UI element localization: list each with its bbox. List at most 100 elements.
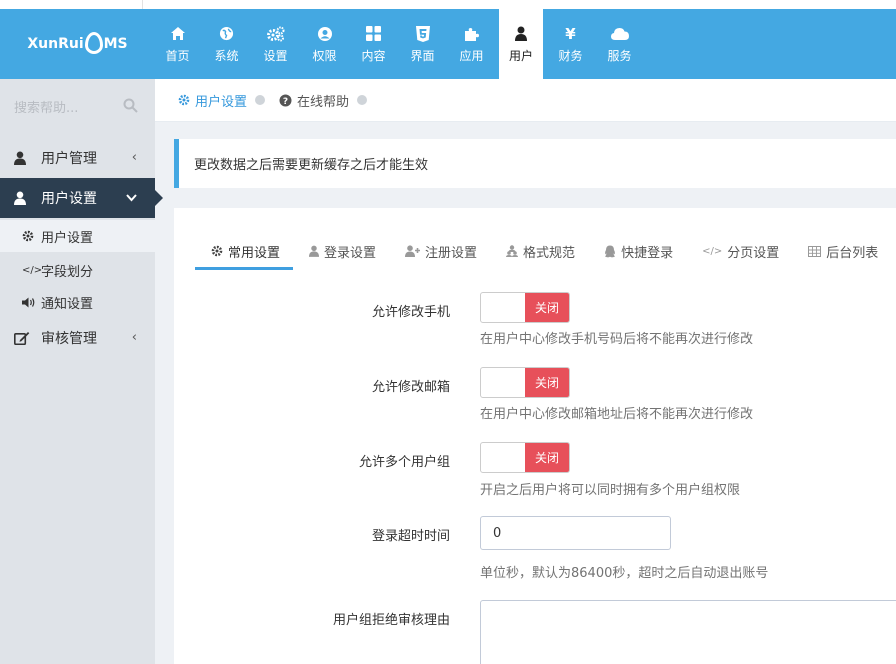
users-icon bbox=[506, 245, 519, 257]
settings-panel: 常用设置 登录设置 注册设置 格式规范 快捷登录 </> 分页设置 后台列表 允… bbox=[174, 208, 896, 664]
breadcrumb-online-help[interactable]: ? 在线帮助 bbox=[279, 91, 349, 110]
puzzle-icon bbox=[464, 25, 480, 43]
nav-permissions-label: 权限 bbox=[312, 48, 337, 63]
user-icon bbox=[14, 191, 34, 205]
breadcrumb-separator bbox=[357, 95, 368, 105]
breadcrumb-user-settings[interactable]: 用户设置 bbox=[178, 91, 247, 110]
group-reject-reason-label: 用户组拒绝审核理由 bbox=[332, 613, 450, 628]
user-icon bbox=[309, 245, 320, 257]
nav-services-label: 服务 bbox=[607, 48, 632, 63]
chevron-left-icon: ‹ bbox=[131, 150, 137, 165]
logo-drop-icon bbox=[84, 32, 103, 54]
sidebar-search[interactable]: 搜索帮助... bbox=[14, 93, 138, 119]
tab-label: 后台列表 bbox=[826, 245, 879, 261]
user-plus-icon bbox=[405, 245, 421, 257]
breadcrumb-label: 在线帮助 bbox=[297, 94, 350, 110]
sidebar-subitem-label: 通知设置 bbox=[41, 296, 94, 312]
sidebar-item-user-management[interactable]: 用户管理 ‹ bbox=[0, 138, 155, 178]
nav-interface[interactable]: 界面 bbox=[398, 9, 447, 79]
tab-label: 格式规范 bbox=[523, 245, 576, 261]
logo[interactable]: XunRui MS bbox=[0, 9, 155, 79]
table-icon bbox=[808, 245, 822, 257]
tab-quick-login[interactable]: 快捷登录 bbox=[588, 232, 686, 270]
group-reject-reason-textarea[interactable] bbox=[480, 600, 896, 664]
logo-text-left: XunRui bbox=[27, 36, 84, 52]
top-nav: 首页 系统 设置 权限 内容 界面 应用 用户 ¥ 财务 服务 bbox=[153, 9, 644, 79]
code-icon: </> bbox=[702, 245, 723, 257]
tab-register-settings[interactable]: 注册设置 bbox=[389, 232, 490, 270]
nav-settings-label: 设置 bbox=[263, 48, 288, 63]
toggle-off-label: 关闭 bbox=[525, 368, 569, 397]
qq-icon bbox=[604, 245, 616, 258]
sidebar-item-label: 用户管理 bbox=[41, 151, 97, 167]
sidebar-item-user-settings[interactable]: 用户设置 bbox=[0, 178, 163, 218]
globe-icon bbox=[219, 25, 234, 43]
cog-icon bbox=[22, 230, 36, 242]
sidebar-subitem-notification[interactable]: 通知设置 bbox=[0, 286, 155, 318]
question-circle-icon: ? bbox=[279, 94, 292, 107]
nav-settings[interactable]: 设置 bbox=[251, 9, 300, 79]
allow-edit-phone-help: 在用户中心修改手机号码后将不能再次进行修改 bbox=[480, 332, 754, 347]
tab-common-settings[interactable]: 常用设置 bbox=[195, 232, 294, 270]
nav-home[interactable]: 首页 bbox=[153, 9, 202, 79]
sidebar-subitem-label: 用户设置 bbox=[41, 230, 94, 246]
tab-label: 常用设置 bbox=[228, 245, 281, 261]
top-strip bbox=[0, 0, 896, 9]
login-timeout-input[interactable] bbox=[480, 516, 671, 550]
cogs-icon bbox=[266, 25, 285, 43]
allow-edit-email-toggle[interactable]: 关闭 bbox=[480, 367, 570, 398]
nav-permissions[interactable]: 权限 bbox=[300, 9, 349, 79]
nav-content[interactable]: 内容 bbox=[349, 9, 398, 79]
alert-text: 更改数据之后需要更新缓存之后才能生效 bbox=[194, 158, 429, 173]
nav-apps[interactable]: 应用 bbox=[447, 9, 496, 79]
user-icon bbox=[515, 25, 527, 43]
nav-system[interactable]: 系统 bbox=[202, 9, 251, 79]
nav-finance-label: 财务 bbox=[558, 48, 583, 63]
tab-login-settings[interactable]: 登录设置 bbox=[293, 232, 389, 270]
search-icon[interactable] bbox=[123, 98, 138, 117]
toggle-off-label: 关闭 bbox=[525, 443, 569, 472]
cog-icon bbox=[178, 94, 190, 106]
settings-tabs: 常用设置 登录设置 注册设置 格式规范 快捷登录 </> 分页设置 后台列表 bbox=[195, 232, 891, 270]
home-icon bbox=[170, 25, 186, 43]
user-icon bbox=[14, 151, 34, 165]
chevron-down-icon bbox=[126, 191, 137, 206]
allow-multi-group-toggle[interactable]: 关闭 bbox=[480, 442, 570, 473]
sidebar: 搜索帮助... 用户管理 ‹ 用户设置 用户设置 </> 字段划分 通知设置 审… bbox=[0, 79, 163, 664]
tab-format-rules[interactable]: 格式规范 bbox=[490, 232, 588, 270]
sidebar-subitem-label: 字段划分 bbox=[41, 264, 94, 280]
toggle-off-label: 关闭 bbox=[525, 293, 569, 322]
edit-icon bbox=[14, 331, 34, 345]
grid-icon bbox=[366, 25, 381, 43]
cache-notice-alert: 更改数据之后需要更新缓存之后才能生效 bbox=[174, 139, 896, 188]
tab-label: 分页设置 bbox=[727, 245, 780, 261]
allow-edit-email-help: 在用户中心修改邮箱地址后将不能再次进行修改 bbox=[480, 407, 754, 422]
sidebar-subitem-user-settings[interactable]: 用户设置 bbox=[0, 220, 155, 252]
sidebar-subitem-field-division[interactable]: </> 字段划分 bbox=[0, 254, 155, 286]
nav-finance[interactable]: ¥ 财务 bbox=[546, 9, 595, 79]
breadcrumb: 用户设置 ? 在线帮助 bbox=[155, 79, 896, 122]
html5-icon bbox=[415, 25, 430, 43]
allow-edit-phone-label: 允许修改手机 bbox=[371, 305, 450, 320]
nav-users[interactable]: 用户 bbox=[499, 9, 543, 79]
nav-apps-label: 应用 bbox=[459, 48, 484, 63]
login-timeout-label: 登录超时时间 bbox=[371, 529, 450, 544]
tab-pagination-settings[interactable]: </> 分页设置 bbox=[686, 232, 792, 270]
user-circle-icon bbox=[317, 25, 333, 43]
logo-text-right: MS bbox=[103, 36, 128, 52]
nav-services[interactable]: 服务 bbox=[595, 9, 644, 79]
chevron-left-icon: ‹ bbox=[131, 330, 137, 345]
code-icon: </> bbox=[22, 264, 43, 276]
search-input[interactable]: 搜索帮助... bbox=[14, 97, 78, 116]
allow-multi-group-help: 开启之后用户将可以同时拥有多个用户组权限 bbox=[480, 483, 741, 498]
yen-icon: ¥ bbox=[565, 24, 576, 43]
tab-admin-list[interactable]: 后台列表 bbox=[792, 232, 891, 270]
top-strip-divider bbox=[142, 0, 143, 9]
sidebar-item-label: 用户设置 bbox=[41, 191, 97, 207]
nav-system-label: 系统 bbox=[214, 48, 239, 63]
nav-users-label: 用户 bbox=[508, 48, 533, 63]
breadcrumb-label: 用户设置 bbox=[195, 94, 248, 110]
tab-label: 快捷登录 bbox=[621, 245, 674, 261]
sidebar-item-review-management[interactable]: 审核管理 ‹ bbox=[0, 318, 155, 358]
allow-edit-phone-toggle[interactable]: 关闭 bbox=[480, 292, 570, 323]
